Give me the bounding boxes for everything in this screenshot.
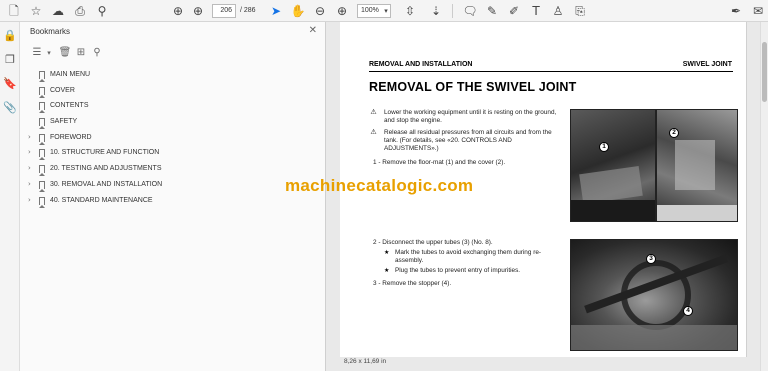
vertical-scrollbar[interactable]: [760, 22, 768, 371]
hand-tool-icon[interactable]: ✋: [290, 3, 306, 19]
page-thumbnails-icon[interactable]: ❐: [2, 52, 18, 68]
sign-icon[interactable]: ✒: [728, 3, 744, 19]
bookmark-label: 10. STRUCTURE AND FUNCTION: [50, 149, 160, 157]
scroll-thumb[interactable]: [762, 42, 767, 102]
bookmarks-panel: Bookmarks ✕ ☰ ▾ 🗑 ⊞ ⚲ MAIN MENU COVER CONT…: [20, 22, 326, 371]
print-icon[interactable]: ⎙: [72, 3, 88, 19]
create-pdf-icon[interactable]: 🗋: [6, 3, 22, 19]
lock-icon[interactable]: 🔒: [2, 28, 18, 44]
highlight-pen-icon[interactable]: ✎: [484, 3, 500, 19]
callout-2: 2: [669, 128, 679, 138]
mail-icon[interactable]: ✉: [750, 3, 766, 19]
next-page-icon[interactable]: ⊕: [190, 3, 206, 19]
photo-floor-mat: [570, 109, 656, 222]
bookmark-search-icon[interactable]: ⚲: [90, 46, 104, 60]
chevron-right-icon[interactable]: ›: [28, 193, 36, 209]
new-bookmark-icon[interactable]: ⊞: [74, 46, 88, 60]
star-bullet-icon: ★: [384, 267, 390, 274]
chevron-right-icon[interactable]: ›: [28, 145, 36, 161]
warning-icon: ⚠: [370, 108, 377, 116]
zoom-out-icon[interactable]: ⊖: [312, 3, 328, 19]
previous-page-icon[interactable]: ⊕: [170, 3, 186, 19]
bookmark-label: SAFETY: [50, 118, 78, 126]
page-number-input[interactable]: 206: [212, 4, 236, 18]
bookmark-icon: [39, 165, 45, 177]
warning-text-1: Lower the working equipment until it is …: [384, 109, 557, 124]
panel-title: Bookmarks: [30, 27, 71, 36]
bookmark-star-icon[interactable]: ☆: [28, 3, 44, 19]
stamp-icon[interactable]: ♙: [550, 3, 566, 19]
bookmark-label: FOREWORD: [50, 133, 92, 141]
bookmark-icon: [39, 71, 45, 82]
attachments-icon[interactable]: 📎: [2, 100, 18, 116]
warning-icon: ⚠: [370, 128, 377, 136]
select-pointer-icon[interactable]: ➤: [268, 3, 284, 19]
upload-cloud-icon[interactable]: ☁: [50, 3, 66, 19]
bookmark-label: MAIN MENU: [50, 71, 91, 78]
options-dropdown-icon[interactable]: ▾: [42, 46, 56, 60]
bookmark-item[interactable]: › 30. REMOVAL AND INSTALLATION: [20, 177, 326, 193]
bookmark-item[interactable]: MAIN MENU: [20, 67, 326, 83]
bookmark-icon: [39, 102, 45, 114]
bookmarks-icon[interactable]: 🔖: [2, 76, 18, 92]
bookmark-label: 40. STANDARD MAINTENANCE: [50, 196, 153, 204]
callout-4: 4: [683, 306, 693, 316]
bookmark-label: COVER: [50, 86, 75, 94]
warning-text-2: Release all residual pressures from all …: [384, 129, 552, 152]
close-icon[interactable]: ✕: [309, 25, 317, 36]
bookmark-item[interactable]: › FOREWORD: [20, 130, 326, 146]
star-bullet-icon: ★: [384, 249, 390, 256]
search-icon[interactable]: ⚲: [94, 3, 110, 19]
photo-cover: [656, 109, 738, 222]
step-3: 3 - Remove the stopper (4).: [373, 280, 452, 287]
chevron-right-icon[interactable]: ›: [28, 177, 36, 193]
bookmark-item[interactable]: CONTENTS: [20, 98, 326, 114]
bookmark-icon: [39, 118, 45, 130]
page-title: REMOVAL OF THE SWIVEL JOINT: [369, 80, 577, 94]
scroll-mode-icon[interactable]: ⇣: [428, 3, 444, 19]
bookmark-label: 30. REMOVAL AND INSTALLATION: [50, 180, 163, 188]
bookmark-list: MAIN MENU COVER CONTENTS SAFETY › FOREWORD › 10…: [20, 67, 326, 208]
document-viewer[interactable]: REMOVAL AND INSTALLATION SWIVEL JOINT RE…: [326, 22, 768, 371]
section-header: REMOVAL AND INSTALLATION: [369, 61, 473, 68]
attach-icon[interactable]: ⎘: [572, 3, 588, 19]
callout-3: 3: [646, 254, 656, 264]
page-total: / 286: [240, 7, 256, 14]
toolbar-divider: [452, 4, 453, 18]
note-1: Mark the tubes to avoid exchanging them …: [395, 249, 542, 264]
comment-icon[interactable]: 🗨: [462, 3, 478, 19]
bookmark-label: CONTENTS: [50, 102, 89, 110]
zoom-in-icon[interactable]: ⊕: [334, 3, 350, 19]
step-1: 1 - Remove the floor-mat (1) and the cov…: [373, 159, 506, 166]
bookmark-item[interactable]: › 10. STRUCTURE AND FUNCTION: [20, 145, 326, 161]
bookmark-icon: [39, 180, 45, 192]
bookmark-item[interactable]: › 40. STANDARD MAINTENANCE: [20, 193, 326, 209]
bookmark-item[interactable]: › 20. TESTING AND ADJUSTMENTS: [20, 161, 326, 177]
callout-1: 1: [599, 142, 609, 152]
bookmark-item[interactable]: SAFETY: [20, 114, 326, 130]
bookmark-label: 20. TESTING AND ADJUSTMENTS: [50, 165, 162, 173]
page-size-indicator: 8,26 x 11,69 in: [344, 358, 387, 365]
watermark-text: machinecatalogic.com: [285, 176, 474, 195]
chevron-right-icon[interactable]: ›: [28, 161, 36, 177]
draw-icon[interactable]: ✐: [506, 3, 522, 19]
left-navigation-rail: 🔒 ❐ 🔖 📎: [0, 22, 20, 371]
step-2: 2 - Disconnect the upper tubes (3) (No. …: [373, 239, 493, 246]
note-2: Plug the tubes to prevent entry of impur…: [395, 267, 521, 274]
delete-bookmark-icon[interactable]: 🗑: [58, 46, 72, 60]
component-header: SWIVEL JOINT: [682, 61, 732, 68]
header-rule: [369, 71, 733, 72]
zoom-dropdown-icon[interactable]: ▾: [378, 3, 394, 19]
chevron-right-icon[interactable]: ›: [28, 130, 36, 146]
top-toolbar: 🗋 ☆ ☁ ⎙ ⚲ ⊕ ⊕ 206 / 286 ➤ ✋ ⊖ ⊕ 100% ▾ ⇳…: [0, 0, 768, 22]
text-box-icon[interactable]: T: [528, 3, 544, 19]
bookmark-icon: [39, 133, 45, 145]
bookmark-icon: [39, 86, 45, 98]
bookmark-item[interactable]: COVER: [20, 83, 326, 99]
bookmark-icon: [39, 149, 45, 161]
bookmark-icon: [39, 196, 45, 208]
fit-page-icon[interactable]: ⇳: [402, 3, 418, 19]
